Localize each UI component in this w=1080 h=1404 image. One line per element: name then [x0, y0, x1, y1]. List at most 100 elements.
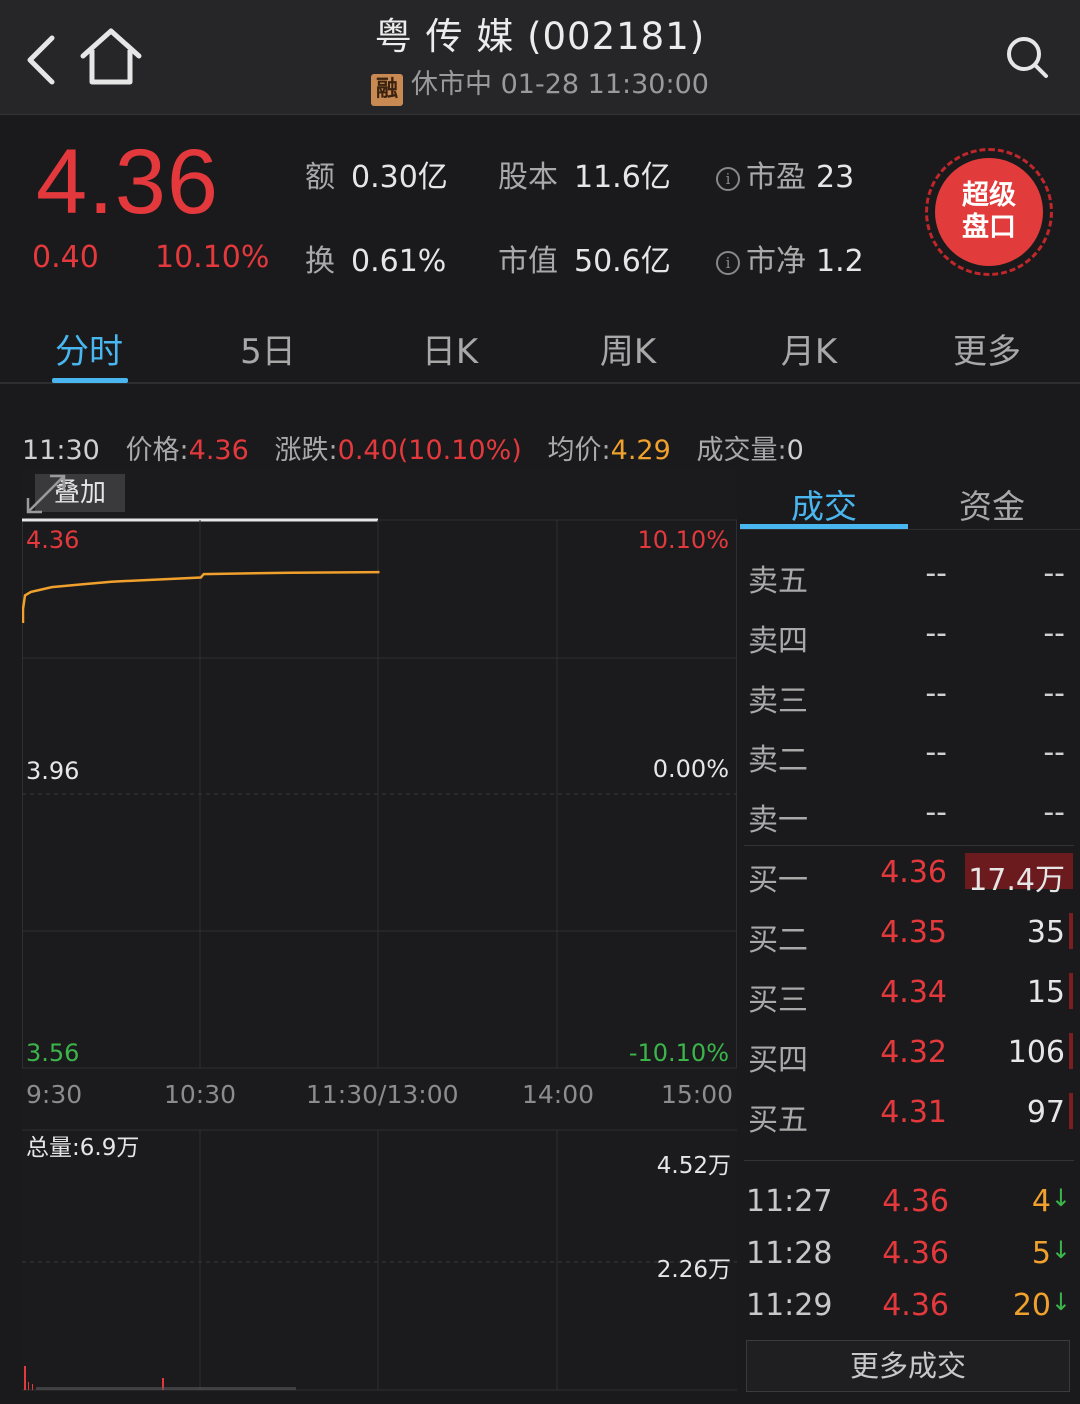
trades-divider [744, 1160, 1074, 1161]
info-icon[interactable]: i [716, 251, 740, 275]
stock-title: 粤 传 媒 (002181) [374, 15, 706, 58]
info-time: 11:30 [22, 435, 100, 466]
super-orderbook-line1: 超级 [962, 180, 1016, 211]
active-tab-indicator [52, 378, 128, 383]
down-arrow-icon: ↓ [1050, 1236, 1071, 1264]
bid-row: 买一 4.36 17.4万 [740, 845, 1075, 905]
intraday-chart[interactable]: 叠加 4.36 3.96 3.56 10.10% 0.00% -10.10% 9… [22, 470, 737, 1392]
nav-header: 粤 传 媒 (002181) 融休市中 01-28 11:30:00 [0, 0, 1080, 115]
time-axis-0930: 9:30 [26, 1080, 83, 1109]
expand-icon[interactable] [22, 470, 70, 518]
ask-vol: -- [1043, 676, 1065, 711]
info-price-label: 价格: [125, 435, 189, 466]
stat-mktcap: 市值 50.6亿 [498, 236, 671, 280]
price-change: 0.40 [32, 240, 99, 275]
tab-intraday[interactable]: 分时 [24, 324, 154, 373]
ask-price: -- [925, 795, 947, 830]
crosshair-info: 11:30 价格:4.36 涨跌:0.40(10.10%) 均价:4.29 成交… [22, 428, 804, 467]
bid-volume-bar [1069, 913, 1073, 949]
info-price: 4.36 [188, 435, 249, 466]
ask-price: -- [925, 676, 947, 711]
bid-price: 4.36 [880, 855, 947, 890]
ask-row: 卖三 -- -- [740, 666, 1075, 726]
info-change-label: 涨跌: [274, 435, 338, 466]
volume-bar [36, 1387, 296, 1390]
chart-tabs: 分时 5日 日K 周K 月K 更多 [0, 320, 1080, 384]
ask-label: 卖三 [748, 684, 808, 719]
stat-turnover-label: 换 [305, 244, 335, 279]
stat-pe-label: 市盈 [746, 160, 806, 195]
stat-pe[interactable]: i 市盈 23 [716, 152, 854, 196]
tab-funds[interactable]: 资金 [908, 480, 1076, 528]
pct-axis-top: 10.10% [637, 526, 729, 554]
tab-trades[interactable]: 成交 [740, 480, 908, 528]
tab-more[interactable]: 更多 [922, 324, 1052, 373]
price-axis-bottom: 3.56 [26, 1039, 80, 1067]
ask-row: 卖二 -- -- [740, 725, 1075, 785]
bid-price: 4.31 [880, 1095, 947, 1130]
ask-vol: -- [1043, 795, 1065, 830]
panel-divider [740, 529, 1080, 530]
trade-time: 11:28 [746, 1236, 833, 1271]
time-axis-1030: 10:30 [164, 1080, 237, 1109]
trade-price: 4.36 [882, 1288, 949, 1323]
pct-axis-bottom: -10.10% [628, 1039, 729, 1067]
ask-row: 卖五 -- -- [740, 546, 1075, 606]
time-axis-1130: 11:30/13:00 [306, 1080, 459, 1109]
bid-label: 买四 [748, 1043, 808, 1078]
ask-vol: -- [1043, 556, 1065, 591]
volume-total: 总量:6.9万 [26, 1135, 140, 1161]
bid-volume-bar [1069, 1093, 1073, 1129]
ask-label: 卖四 [748, 624, 808, 659]
stat-pb[interactable]: i 市净 1.2 [716, 236, 864, 280]
market-status-text: 休市中 01-28 11:30:00 [411, 69, 709, 100]
tab-monthly-k[interactable]: 月K [744, 324, 874, 373]
bid-vol: 106 [1007, 1035, 1065, 1070]
bid-row: 买四 4.32 106 [740, 1025, 1075, 1085]
tab-5day[interactable]: 5日 [203, 324, 333, 373]
stat-mktcap-label: 市值 [498, 244, 558, 279]
volume-bar [24, 1366, 26, 1390]
time-axis-1400: 14:00 [522, 1080, 595, 1109]
trade-price: 4.36 [882, 1184, 949, 1219]
super-orderbook-line2: 盘口 [962, 212, 1016, 243]
info-vol-label: 成交量: [696, 435, 787, 466]
stat-amount: 额 0.30亿 [305, 152, 448, 196]
super-orderbook-button[interactable]: 超级 盘口 [925, 148, 1053, 276]
stat-pe-value: 23 [816, 160, 855, 195]
stat-amount-label: 额 [305, 160, 335, 195]
bid-vol: 97 [1026, 1095, 1065, 1130]
info-change: 0.40(10.10%) [337, 435, 522, 466]
bid-price: 4.34 [880, 975, 947, 1010]
more-trades-button[interactable]: 更多成交 [746, 1340, 1070, 1392]
stat-shares-label: 股本 [498, 160, 558, 195]
ask-price: -- [925, 735, 947, 770]
super-orderbook-label: 超级 盘口 [935, 158, 1043, 266]
search-icon[interactable] [1004, 34, 1050, 80]
ask-label: 卖一 [748, 803, 808, 838]
ask-label: 卖二 [748, 743, 808, 778]
trade-vol: 4 [1031, 1184, 1051, 1219]
time-axis-1500: 15:00 [660, 1080, 733, 1109]
info-icon[interactable]: i [716, 167, 740, 191]
tab-weekly-k[interactable]: 周K [563, 324, 693, 373]
bid-volume-bar [1069, 1033, 1073, 1069]
ask-row: 卖四 -- -- [740, 606, 1075, 666]
tab-daily-k[interactable]: 日K [385, 324, 515, 373]
trade-row: 11:28 4.36 5 ↓ [740, 1230, 1075, 1280]
ask-vol: -- [1043, 735, 1065, 770]
trade-time: 11:27 [746, 1184, 833, 1219]
bid-price: 4.35 [880, 915, 947, 950]
stat-turnover-value: 0.61% [351, 244, 447, 279]
info-avg: 4.29 [610, 435, 671, 466]
stat-amount-value: 0.30亿 [351, 160, 448, 195]
market-status: 融休市中 01-28 11:30:00 [0, 62, 1080, 106]
stat-shares: 股本 11.6亿 [498, 152, 671, 196]
ask-label: 卖五 [748, 564, 808, 599]
volume-bar [32, 1384, 33, 1390]
stat-pb-value: 1.2 [816, 244, 864, 279]
bid-label: 买三 [748, 983, 808, 1018]
trade-vol: 5 [1031, 1236, 1051, 1271]
trade-row: 11:27 4.36 4 ↓ [740, 1178, 1075, 1228]
bid-label: 买二 [748, 923, 808, 958]
